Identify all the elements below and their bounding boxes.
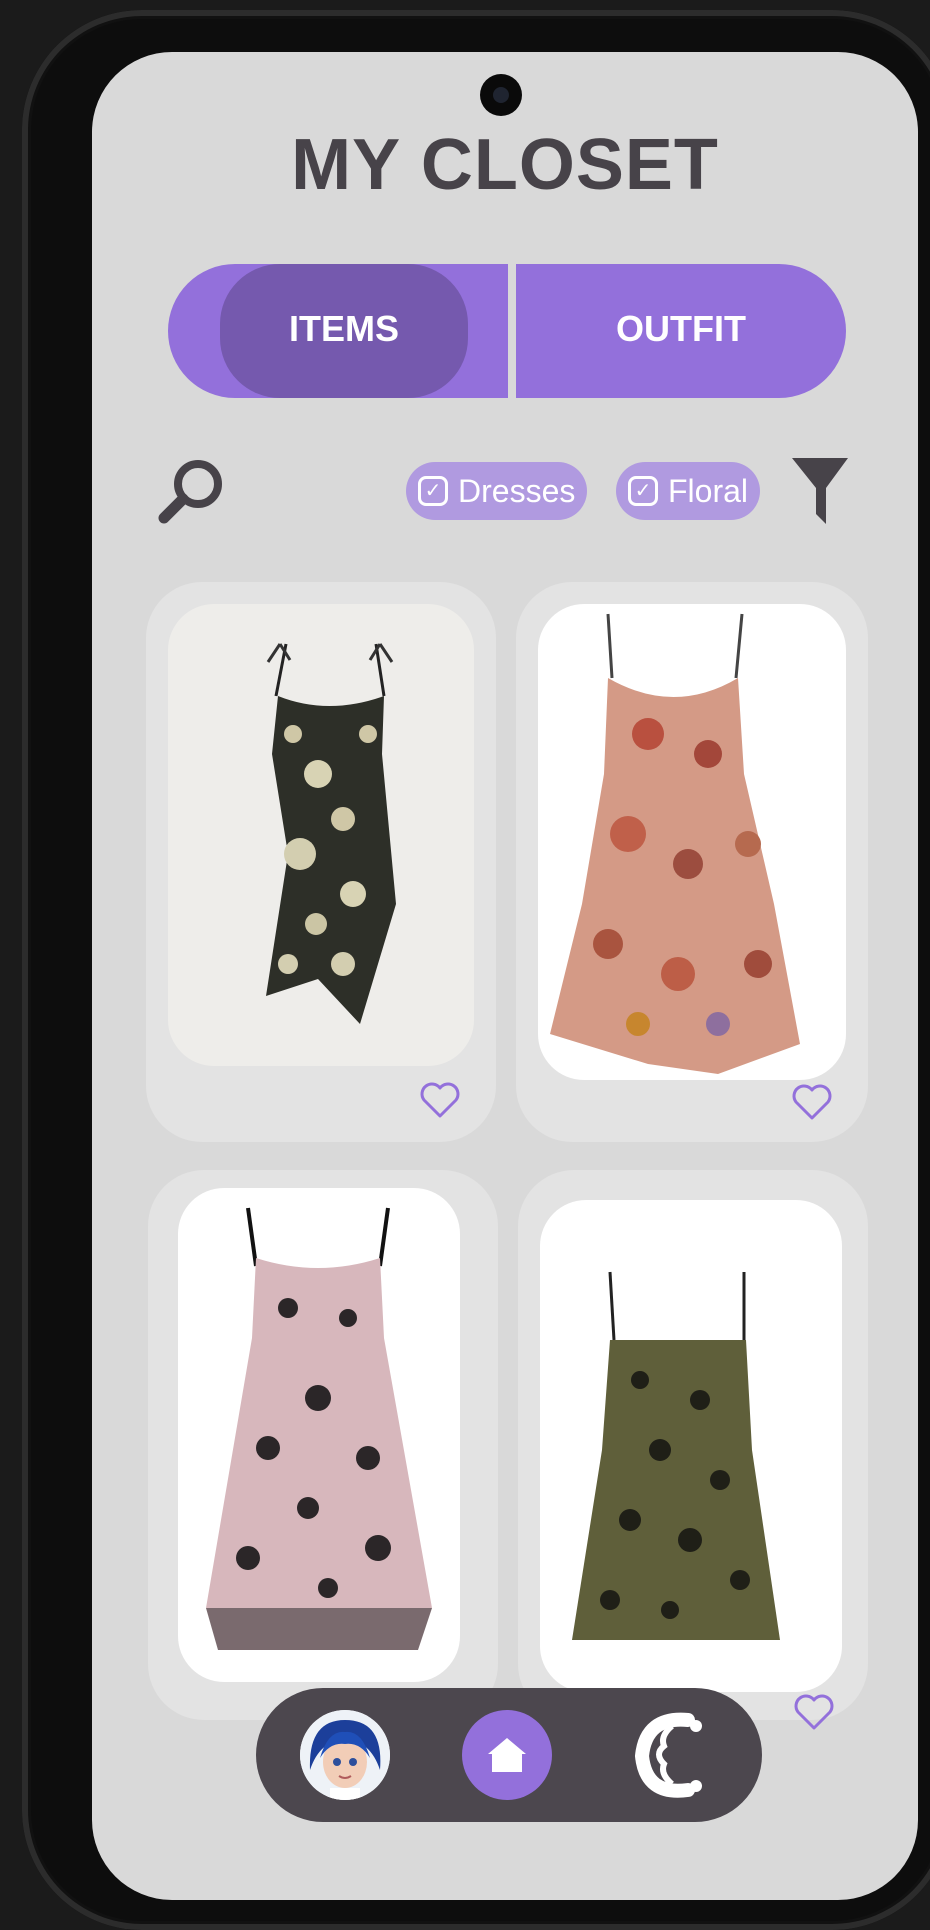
front-camera <box>480 74 522 116</box>
profile-avatar-icon <box>300 1710 390 1800</box>
item-card[interactable] <box>146 582 496 1142</box>
pink-ruffled-dress-image <box>550 613 800 1074</box>
tab-items-label: ITEMS <box>288 308 399 349</box>
item-photo <box>540 1200 842 1692</box>
item-photo <box>178 1188 460 1682</box>
tab-outfit-label: OUTFIT <box>616 308 746 349</box>
heart-outline-icon[interactable] <box>790 1082 834 1122</box>
avatar[interactable] <box>300 1710 390 1800</box>
filter-chip-label: Floral <box>668 472 749 509</box>
home-button[interactable] <box>462 1710 552 1800</box>
phone-frame: MY CLOSET ITEMS OUTFIT ✓ Dresses ✓ Flora… <box>22 10 930 1930</box>
item-photo <box>168 604 474 1066</box>
item-photo <box>538 604 846 1080</box>
filter-chip-dresses[interactable]: ✓ Dresses <box>406 462 588 520</box>
filter-icon[interactable] <box>790 454 850 528</box>
app-screen: MY CLOSET ITEMS OUTFIT ✓ Dresses ✓ Flora… <box>92 52 918 1900</box>
black-floral-dress-image <box>266 643 396 1024</box>
check-icon: ✓ <box>418 476 448 506</box>
filter-chip-label: Dresses <box>458 472 576 509</box>
page-title: MY CLOSET <box>291 125 719 205</box>
item-card[interactable] <box>148 1170 498 1720</box>
home-icon <box>488 1738 526 1772</box>
olive-floral-dress-image <box>572 1271 780 1640</box>
check-icon: ✓ <box>628 476 658 506</box>
heart-outline-icon[interactable] <box>792 1692 836 1732</box>
item-card[interactable] <box>518 1170 868 1730</box>
search-icon[interactable] <box>154 454 228 528</box>
heart-outline-icon[interactable] <box>418 1080 462 1120</box>
filter-chip-floral[interactable]: ✓ Floral <box>616 462 761 520</box>
pink-mesh-dress-image <box>206 1207 432 1650</box>
item-card[interactable] <box>516 582 868 1142</box>
bottom-nav <box>256 1688 762 1822</box>
brand-logo-icon[interactable] <box>626 1706 716 1804</box>
